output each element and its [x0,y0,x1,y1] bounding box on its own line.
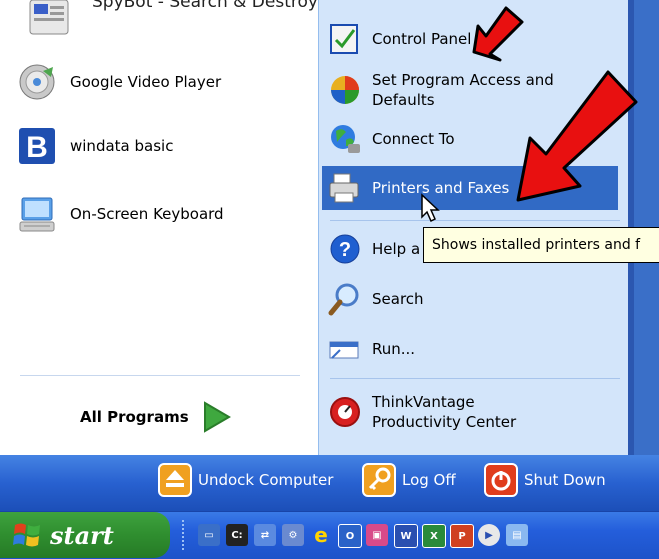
google-video-player-icon [18,63,56,101]
help-icon: ? [328,232,362,266]
spybot-label[interactable]: SpyBot - Search & Destroy [92,0,318,12]
connect-to-icon [328,122,362,156]
run-icon [328,332,362,366]
folder-icon[interactable]: ▤ [506,524,528,546]
excel-icon[interactable]: X [422,524,446,548]
right-column-separator-2 [330,378,620,379]
start-item-connect-to[interactable]: Connect To [328,122,455,156]
undock-computer-label: Undock Computer [198,471,334,489]
search-label: Search [372,290,424,308]
start-item-on-screen-keyboard[interactable]: On-Screen Keyboard [18,188,224,240]
search-icon [328,282,362,316]
ie-icon[interactable]: e [310,523,332,547]
shut-down-label: Shut Down [524,471,606,489]
windata-basic-label: windata basic [70,137,174,155]
start-item-run[interactable]: Run... [328,332,415,366]
connect-to-label: Connect To [372,130,455,148]
shut-down-button[interactable]: Shut Down [484,462,606,498]
start-item-windata-basic[interactable]: B windata basic [18,120,173,172]
windows-logo-icon [13,523,40,547]
svg-text:B: B [26,131,48,164]
all-programs-separator [20,375,300,376]
green-arrow-icon [203,401,231,433]
all-programs-label: All Programs [80,408,189,426]
google-video-player-label: Google Video Player [70,73,222,91]
svg-text:?: ? [339,239,351,261]
tooltip-text: Shows installed printers and f [432,237,641,253]
help-label: Help a [372,240,421,258]
control-panel-label: Control Panel [372,30,472,48]
quick-launch-grip [182,520,186,550]
gear-icon[interactable]: ⚙ [282,524,304,546]
on-screen-keyboard-label: On-Screen Keyboard [70,205,224,223]
start-item-google-video-player[interactable]: Google Video Player [18,56,221,108]
picture-icon[interactable]: ▣ [366,524,388,546]
keyboard-icon [18,195,56,233]
tooltip: Shows installed printers and f [423,227,659,263]
all-programs-button[interactable]: All Programs [80,400,233,434]
program-access-icon [328,73,362,107]
log-off-label: Log Off [402,471,456,489]
powerpoint-icon[interactable]: P [450,524,474,548]
log-off-button[interactable]: Log Off [362,462,456,498]
control-panel-icon [328,22,362,56]
spybot-icon[interactable] [26,0,72,36]
start-item-control-panel[interactable]: Control Panel [328,22,471,56]
run-label: Run... [372,340,416,358]
thinkvantage-label: ThinkVantage Productivity Center [372,393,517,431]
show-desktop-icon[interactable]: ▭ [198,524,220,546]
network-icon[interactable]: ⇄ [254,524,276,546]
start-item-set-program-access[interactable]: Set Program Access and Defaults [328,70,572,110]
start-item-thinkvantage[interactable]: ThinkVantage Productivity Center [328,392,562,432]
right-column-separator [330,220,620,221]
power-icon [484,463,518,497]
start-item-help[interactable]: ? Help a [328,232,420,266]
start-label: start [50,520,114,550]
start-button[interactable]: start [0,512,170,558]
cmd-icon[interactable]: C: [226,524,248,546]
undock-computer-button[interactable]: Undock Computer [158,462,333,498]
start-item-search[interactable]: Search [328,282,424,316]
mouse-cursor-icon [420,193,442,227]
printer-icon [328,171,362,205]
start-item-printers-and-faxes[interactable]: Printers and Faxes [328,171,509,205]
outlook-icon[interactable]: O [338,524,362,548]
undock-icon [158,463,192,497]
windata-icon: B [18,127,56,165]
set-program-access-label: Set Program Access and Defaults [372,71,554,109]
key-icon [362,463,396,497]
media-icon[interactable]: ▶ [478,524,500,546]
word-icon[interactable]: W [394,524,418,548]
thinkvantage-icon [328,395,362,429]
